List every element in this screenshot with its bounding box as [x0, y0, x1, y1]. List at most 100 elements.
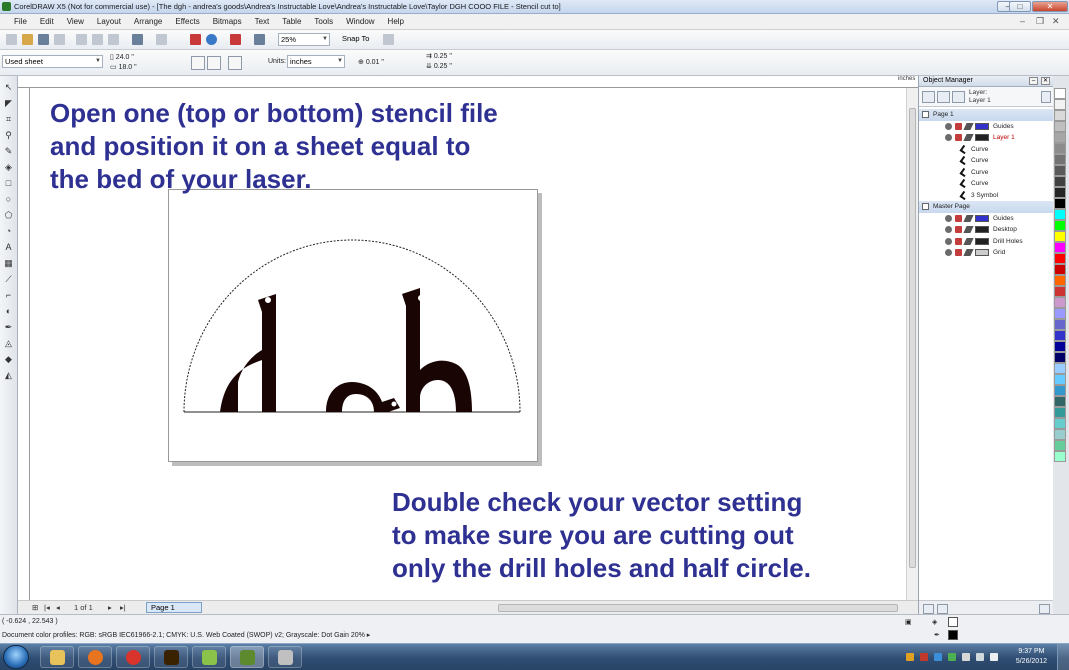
palette-color-swatch[interactable] — [1054, 198, 1066, 209]
polygon-tool-icon[interactable]: ⬠ — [3, 210, 14, 221]
docker-close-button[interactable]: ✕ — [1041, 77, 1050, 85]
page-tab[interactable]: Page 1 — [146, 602, 202, 613]
palette-color-swatch[interactable] — [1054, 242, 1066, 253]
outline-tool-icon[interactable]: ◬ — [3, 338, 14, 349]
editable-pencil-icon[interactable] — [963, 122, 974, 130]
editable-pencil-icon[interactable] — [963, 226, 974, 233]
menu-window[interactable]: Window — [346, 17, 374, 26]
printable-icon[interactable] — [955, 226, 962, 233]
tree-object-node[interactable]: Curve — [919, 144, 1054, 156]
vertical-ruler[interactable] — [18, 88, 30, 600]
taskbar-chrome[interactable] — [116, 646, 150, 668]
visibility-eye-icon[interactable] — [945, 214, 952, 222]
fill-color-indicator[interactable] — [948, 617, 958, 627]
editable-pencil-icon[interactable] — [963, 134, 974, 141]
visibility-eye-icon[interactable] — [945, 237, 952, 245]
menu-table[interactable]: Table — [282, 17, 301, 26]
eyedropper-tool-icon[interactable]: ✒ — [3, 322, 14, 333]
palette-color-swatch[interactable] — [1054, 143, 1066, 154]
doc-restore-button[interactable]: ❐ — [1036, 16, 1044, 26]
doc-minimize-button[interactable]: – — [1020, 16, 1025, 26]
palette-color-swatch[interactable] — [1054, 275, 1066, 286]
tree-page-node[interactable]: Page 1 — [919, 109, 1054, 121]
add-page-button[interactable]: ⊞ — [32, 603, 38, 612]
palette-color-swatch[interactable] — [1054, 374, 1066, 385]
palette-color-swatch[interactable] — [1054, 154, 1066, 165]
portrait-button[interactable] — [191, 56, 205, 70]
connector-tool-icon[interactable]: ⌐ — [3, 290, 14, 301]
palette-color-swatch[interactable] — [1054, 253, 1066, 264]
system-clock[interactable]: 9:37 PM 5/26/2012 — [1016, 647, 1047, 667]
horizontal-scroll-thumb[interactable] — [498, 604, 898, 612]
fill-tool-icon[interactable]: ◆ — [3, 354, 14, 365]
palette-color-swatch[interactable] — [1054, 132, 1066, 143]
welcome-screen-icon[interactable] — [254, 34, 265, 45]
palette-color-swatch[interactable] — [1054, 363, 1066, 374]
freehand-tool-icon[interactable]: ✎ — [3, 146, 14, 157]
visibility-eye-icon[interactable] — [945, 122, 952, 130]
taskbar-app[interactable] — [192, 646, 226, 668]
printable-icon[interactable] — [955, 134, 962, 141]
export-icon[interactable] — [206, 34, 217, 45]
palette-color-swatch[interactable] — [1054, 451, 1066, 462]
palette-color-swatch[interactable] — [1054, 440, 1066, 451]
show-properties-icon[interactable] — [922, 91, 935, 103]
text-tool-icon[interactable]: A — [3, 242, 14, 253]
menu-edit[interactable]: Edit — [40, 17, 54, 26]
docker-minimize-button[interactable]: – — [1029, 77, 1038, 85]
tray-icon-3[interactable] — [934, 653, 942, 661]
visibility-eye-icon[interactable] — [945, 226, 952, 233]
palette-color-swatch[interactable] — [1054, 352, 1066, 363]
last-page-button[interactable]: ▸| — [120, 603, 126, 612]
vertical-scroll-thumb[interactable] — [909, 108, 916, 568]
doc-close-button[interactable]: ✕ — [1052, 16, 1060, 26]
print-icon[interactable] — [54, 34, 65, 45]
close-button[interactable]: ✕ — [1032, 1, 1068, 12]
undo-icon[interactable] — [132, 34, 143, 45]
open-icon[interactable] — [22, 34, 33, 45]
network-icon[interactable] — [976, 653, 984, 661]
taskbar-coreldraw[interactable] — [230, 646, 264, 668]
printable-icon[interactable] — [955, 237, 962, 245]
layer-manager-view-icon[interactable] — [937, 91, 950, 103]
palette-color-swatch[interactable] — [1054, 385, 1066, 396]
shape-tool-icon[interactable]: ◤ — [3, 98, 14, 109]
horizontal-ruler[interactable] — [18, 76, 918, 88]
basic-shapes-tool-icon[interactable]: ◔ — [3, 226, 14, 237]
edit-across-layers-icon[interactable] — [952, 91, 965, 103]
tray-icon-2[interactable] — [920, 653, 928, 661]
taskbar-firefox[interactable] — [78, 646, 112, 668]
editable-pencil-icon[interactable] — [963, 249, 974, 256]
tray-icon-5[interactable] — [962, 653, 970, 661]
page-width-field[interactable]: ▯ 24.0 " — [110, 53, 134, 61]
palette-color-swatch[interactable] — [1054, 319, 1066, 330]
save-icon[interactable] — [38, 34, 49, 45]
blend-tool-icon[interactable]: ◐ — [3, 306, 14, 317]
first-page-button[interactable]: |◂ — [44, 603, 50, 612]
palette-color-swatch[interactable] — [1054, 176, 1066, 187]
palette-color-swatch[interactable] — [1054, 121, 1066, 132]
new-master-layer-icon[interactable] — [937, 604, 948, 614]
tree-page-node[interactable]: Master Page — [919, 201, 1054, 213]
import-icon[interactable] — [190, 34, 201, 45]
tree-layer-node[interactable]: Layer 1 — [919, 132, 1054, 144]
application-launcher-icon[interactable] — [230, 34, 241, 45]
menu-layout[interactable]: Layout — [97, 17, 121, 26]
palette-color-swatch[interactable] — [1054, 418, 1066, 429]
palette-color-swatch[interactable] — [1054, 209, 1066, 220]
tree-layer-node[interactable]: Desktop — [919, 224, 1054, 236]
outline-color-indicator[interactable] — [948, 630, 958, 640]
rectangle-tool-icon[interactable]: □ — [3, 178, 14, 189]
copy-icon[interactable] — [92, 34, 103, 45]
menu-arrange[interactable]: Arrange — [134, 17, 162, 26]
nudge-distance-field[interactable]: ⊕ 0.01 " — [358, 58, 384, 66]
previous-page-button[interactable]: ◂ — [56, 603, 60, 612]
palette-color-swatch[interactable] — [1054, 187, 1066, 198]
new-icon[interactable] — [6, 34, 17, 45]
dimension-tool-icon[interactable]: ⟋ — [3, 274, 14, 285]
menu-file[interactable]: File — [14, 17, 27, 26]
zoom-tool-icon[interactable]: ⚲ — [3, 130, 14, 141]
volume-icon[interactable] — [990, 653, 998, 661]
ellipse-tool-icon[interactable]: ○ — [3, 194, 14, 205]
menu-effects[interactable]: Effects — [175, 17, 199, 26]
